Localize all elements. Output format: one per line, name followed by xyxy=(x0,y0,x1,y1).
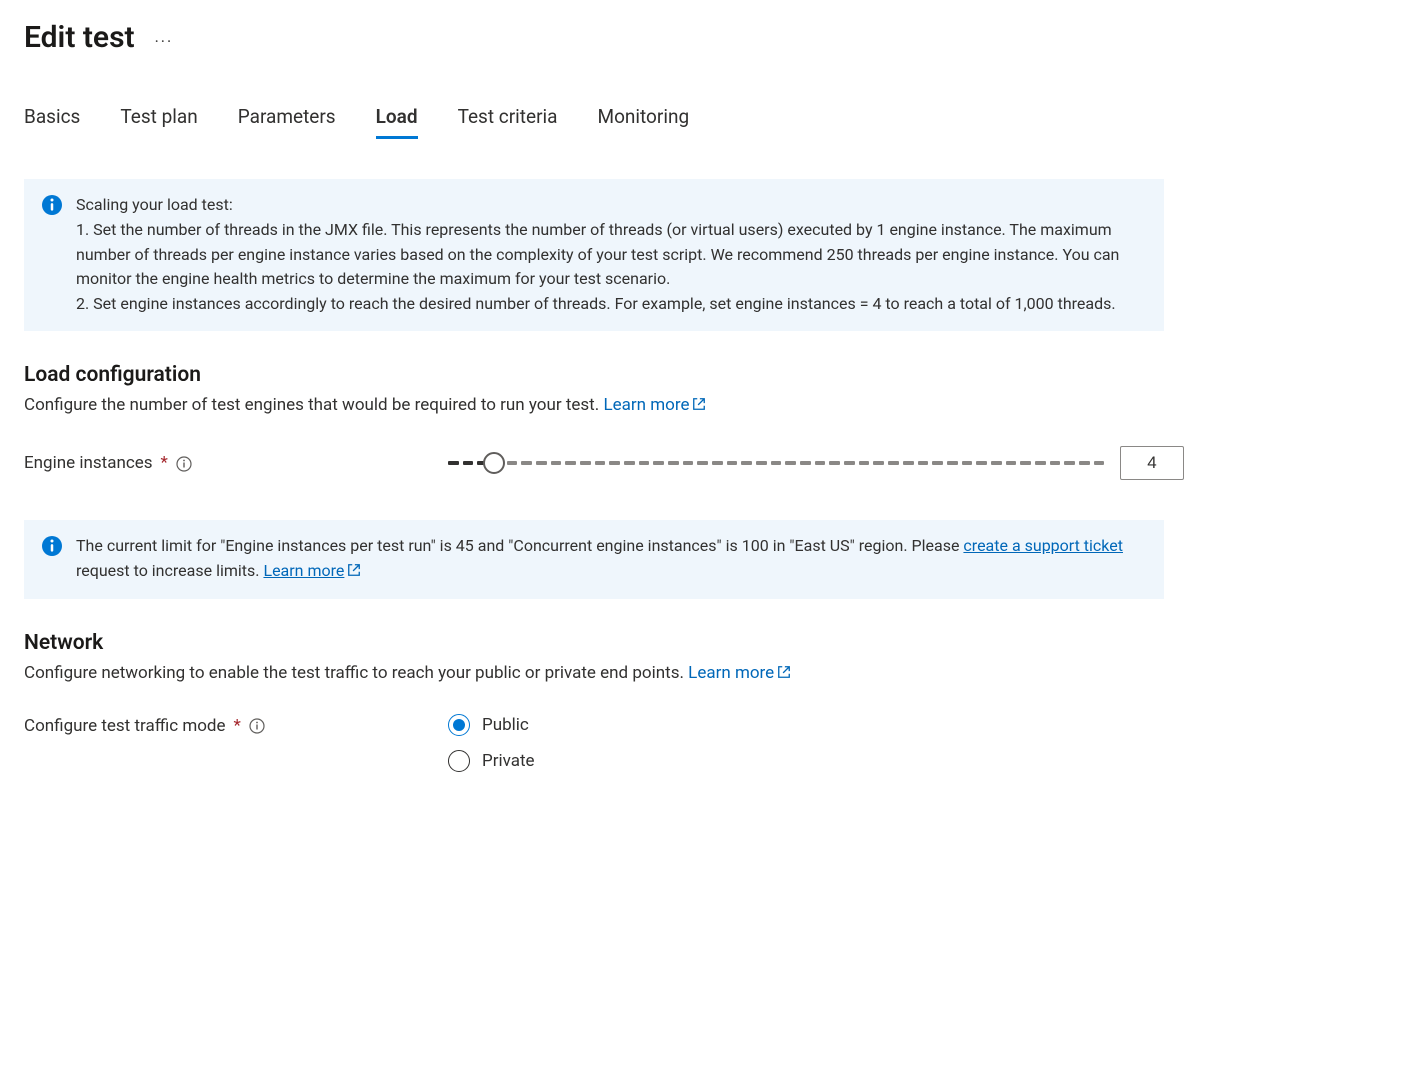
slider-track-bg xyxy=(448,461,1104,465)
traffic-mode-label: Configure test traffic mode * xyxy=(24,714,434,736)
radio-circle xyxy=(448,714,470,736)
tab-basics[interactable]: Basics xyxy=(24,105,80,139)
engine-instances-row: Engine instances * xyxy=(24,446,1184,480)
slider-thumb[interactable] xyxy=(483,452,505,474)
load-config-heading: Load configuration xyxy=(24,363,1379,387)
network-learn-more-link[interactable]: Learn more xyxy=(688,663,791,683)
radio-label-private: Private xyxy=(482,751,535,771)
scaling-info-line1: 1. Set the number of threads in the JMX … xyxy=(76,220,1119,289)
help-icon[interactable] xyxy=(249,716,265,736)
load-config-section: Load configuration Configure the number … xyxy=(24,363,1379,480)
tab-monitoring[interactable]: Monitoring xyxy=(597,105,689,139)
network-heading: Network xyxy=(24,631,1379,655)
info-icon xyxy=(42,195,62,215)
required-indicator: * xyxy=(234,716,241,736)
limit-info-box: The current limit for "Engine instances … xyxy=(24,520,1164,599)
page-header: Edit test ··· xyxy=(24,20,1379,55)
network-section: Network Configure networking to enable t… xyxy=(24,631,1379,772)
limit-learn-more-link[interactable]: Learn more xyxy=(263,561,361,580)
help-icon[interactable] xyxy=(176,453,192,473)
scaling-info-title: Scaling your load test: xyxy=(76,193,1146,218)
traffic-mode-public-radio[interactable]: Public xyxy=(448,714,535,736)
radio-label-public: Public xyxy=(482,715,529,735)
engine-instances-input[interactable] xyxy=(1120,446,1184,480)
external-link-icon xyxy=(692,396,706,416)
engine-instances-slider[interactable] xyxy=(448,451,1104,475)
tab-parameters[interactable]: Parameters xyxy=(238,105,336,139)
page-title: Edit test xyxy=(24,20,135,55)
more-actions-button[interactable]: ··· xyxy=(155,24,174,51)
engine-instances-slider-container xyxy=(448,446,1184,480)
tab-test-criteria[interactable]: Test criteria xyxy=(458,105,558,139)
scaling-info-line2: 2. Set engine instances accordingly to r… xyxy=(76,294,1116,313)
scaling-info-text: Scaling your load test: 1. Set the numbe… xyxy=(76,193,1146,317)
required-indicator: * xyxy=(161,453,168,473)
scaling-info-box: Scaling your load test: 1. Set the numbe… xyxy=(24,179,1164,331)
radio-circle xyxy=(448,750,470,772)
info-icon xyxy=(42,536,62,556)
traffic-mode-radio-group: Public Private xyxy=(448,714,535,772)
tab-test-plan[interactable]: Test plan xyxy=(120,105,197,139)
engine-instances-label: Engine instances * xyxy=(24,453,434,473)
create-support-ticket-link[interactable]: create a support ticket xyxy=(963,536,1123,555)
load-config-learn-more-link[interactable]: Learn more xyxy=(603,395,706,415)
tabs-container: Basics Test plan Parameters Load Test cr… xyxy=(24,105,1379,139)
load-config-description: Configure the number of test engines tha… xyxy=(24,395,1379,416)
traffic-mode-private-radio[interactable]: Private xyxy=(448,750,535,772)
tab-load[interactable]: Load xyxy=(376,105,418,139)
network-description: Configure networking to enable the test … xyxy=(24,663,1379,684)
external-link-icon xyxy=(777,664,791,684)
external-link-icon xyxy=(347,560,361,585)
limit-info-text: The current limit for "Engine instances … xyxy=(76,534,1146,585)
traffic-mode-row: Configure test traffic mode * Public Pri… xyxy=(24,714,1184,772)
